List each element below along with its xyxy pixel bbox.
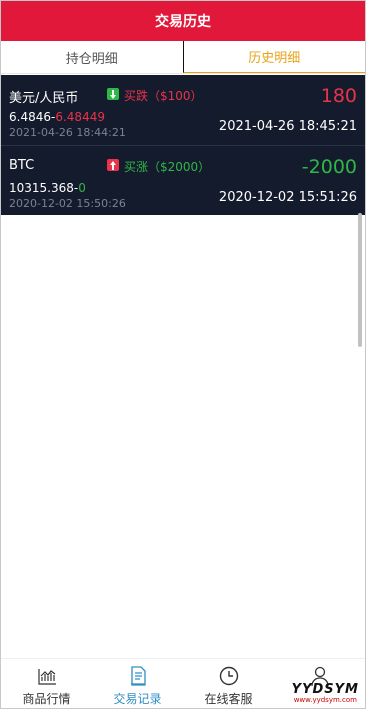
scrollbar[interactable] bbox=[358, 213, 362, 347]
watermark-url: www.yydsym.com bbox=[293, 696, 357, 704]
arrow-up-icon bbox=[107, 159, 119, 171]
tab-holdings[interactable]: 持仓明细 bbox=[1, 41, 183, 73]
close-price: 0 bbox=[78, 181, 86, 195]
page-header: 交易历史 bbox=[1, 1, 365, 41]
open-price: 10315.368 bbox=[9, 181, 74, 195]
nav-trade-records[interactable]: 交易记录 bbox=[92, 659, 183, 708]
open-time: 2021-04-26 18:44:21 bbox=[9, 126, 126, 139]
open-price: 6.4846 bbox=[9, 110, 51, 124]
document-icon bbox=[127, 665, 149, 690]
clock-icon bbox=[218, 665, 240, 690]
trade-action: 买涨（$2000） bbox=[124, 160, 211, 174]
arrow-down-icon bbox=[107, 88, 119, 100]
tab-history[interactable]: 历史明细 bbox=[182, 41, 365, 73]
page-title: 交易历史 bbox=[155, 14, 211, 30]
trade-prices: 10315.368-0 bbox=[9, 181, 86, 195]
close-price: 6.48449 bbox=[55, 110, 105, 124]
close-time: 2020-12-02 15:51:26 bbox=[218, 190, 357, 205]
nav-label: 在线客服 bbox=[204, 692, 253, 706]
tab-bar-top: 持仓明细 历史明细 bbox=[1, 41, 365, 74]
trade-row[interactable]: 美元/人民币 买跌（$100） 180 6.4846-6.48449 2021-… bbox=[1, 75, 365, 145]
close-time: 2021-04-26 18:45:21 bbox=[218, 119, 357, 134]
trade-action: 买跌（$100） bbox=[124, 89, 203, 103]
trade-prices: 6.4846-6.48449 bbox=[9, 110, 105, 124]
trade-profit: 180 bbox=[320, 85, 357, 107]
watermark-text: YYDSYM bbox=[291, 682, 359, 697]
nav-support[interactable]: 在线客服 bbox=[183, 659, 274, 708]
nav-label: 交易记录 bbox=[113, 692, 162, 706]
nav-market[interactable]: 商品行情 bbox=[1, 659, 92, 708]
nav-label: 商品行情 bbox=[22, 692, 71, 706]
app-frame: 交易历史 持仓明细 历史明细 美元/人民币 买跌（$100） 180 6.484… bbox=[0, 0, 366, 709]
trade-symbol: BTC bbox=[9, 158, 35, 173]
watermark-logo: YYDSYM www.yydsym.com bbox=[292, 683, 359, 704]
trade-row[interactable]: BTC 买涨（$2000） -2000 10315.368-0 2020-12-… bbox=[1, 145, 365, 215]
trade-symbol: 美元/人民币 bbox=[9, 91, 79, 106]
chart-icon bbox=[36, 665, 58, 690]
open-time: 2020-12-02 15:50:26 bbox=[9, 197, 126, 210]
trade-profit: -2000 bbox=[301, 156, 357, 178]
bottom-nav: 商品行情 交易记录 在线客服 YYDSYM www.yydsym.com bbox=[1, 658, 365, 708]
